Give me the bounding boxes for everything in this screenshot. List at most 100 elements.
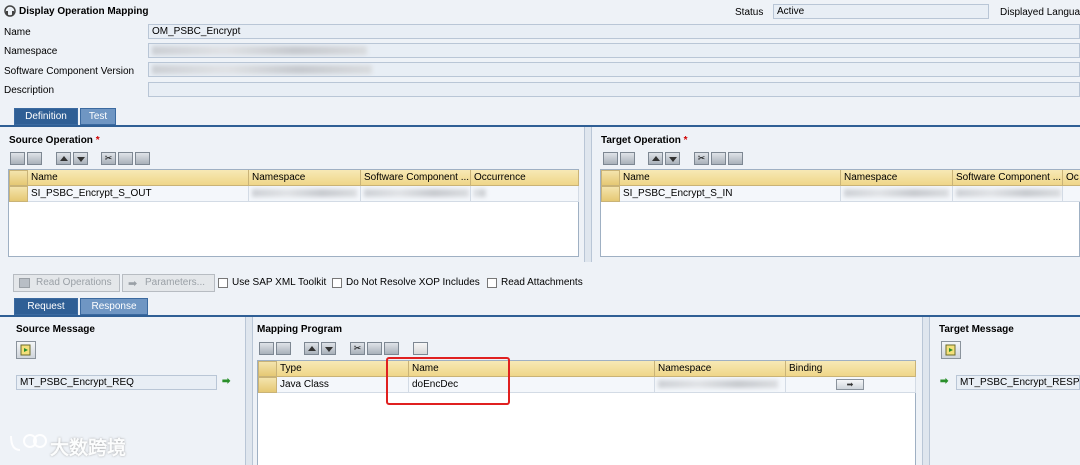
row-selector[interactable] bbox=[9, 186, 28, 202]
redacted bbox=[844, 189, 949, 197]
displayed-language-label: Displayed Langua bbox=[1000, 7, 1080, 18]
status-label: Status bbox=[735, 7, 764, 18]
row-selector[interactable] bbox=[601, 186, 620, 202]
col-software-component[interactable]: Software Component ... bbox=[953, 170, 1063, 186]
table-row-occurrence bbox=[471, 186, 579, 202]
move-down-icon[interactable] bbox=[665, 152, 680, 165]
target-message-arrow-icon: ➡ bbox=[940, 376, 949, 387]
paste-icon[interactable] bbox=[384, 342, 399, 355]
table-header-selector bbox=[258, 361, 277, 377]
delete-row-icon[interactable] bbox=[620, 152, 635, 165]
tab-request[interactable]: Request bbox=[14, 298, 78, 315]
use-sap-xml-toolkit-label: Use SAP XML Toolkit bbox=[232, 277, 327, 288]
watermark-logo-icon bbox=[8, 432, 48, 454]
col-occurrence[interactable]: Occurrence bbox=[471, 170, 579, 186]
document-icon[interactable] bbox=[413, 342, 428, 355]
swcv-redacted bbox=[152, 65, 372, 74]
redacted bbox=[474, 189, 486, 197]
tab-definition[interactable]: Definition bbox=[14, 108, 78, 125]
cut-icon[interactable]: ✂ bbox=[350, 342, 365, 355]
binding-button[interactable]: ➡ bbox=[836, 379, 864, 390]
source-operation-table: Name Namespace Software Component ... Oc… bbox=[8, 169, 579, 257]
copy-icon[interactable] bbox=[711, 152, 726, 165]
software-component-version-field bbox=[148, 62, 1080, 77]
name-field: OM_PSBC_Encrypt bbox=[148, 24, 1080, 39]
table-header-selector bbox=[601, 170, 620, 186]
insert-row-icon[interactable] bbox=[259, 342, 274, 355]
header-app-icon bbox=[4, 5, 16, 17]
table-row-swc bbox=[953, 186, 1063, 202]
splitter-top[interactable] bbox=[584, 127, 592, 262]
table-row-namespace bbox=[655, 377, 786, 393]
redacted bbox=[364, 189, 469, 197]
source-message-arrow-icon: ➡ bbox=[222, 376, 231, 387]
cut-icon[interactable]: ✂ bbox=[694, 152, 709, 165]
copy-icon[interactable] bbox=[367, 342, 382, 355]
paste-icon[interactable] bbox=[728, 152, 743, 165]
insert-row-icon[interactable] bbox=[10, 152, 25, 165]
move-up-icon[interactable] bbox=[304, 342, 319, 355]
read-attachments-checkbox[interactable] bbox=[487, 278, 497, 288]
table-row-namespace bbox=[841, 186, 953, 202]
target-message-open-button[interactable] bbox=[941, 341, 961, 359]
read-operations-button[interactable]: Read Operations bbox=[13, 274, 120, 292]
tab-divider bbox=[0, 125, 1080, 127]
table-row-name[interactable]: SI_PSBC_Encrypt_S_IN bbox=[620, 186, 841, 202]
read-attachments-label: Read Attachments bbox=[501, 277, 583, 288]
row-selector[interactable] bbox=[258, 377, 277, 393]
cut-icon[interactable]: ✂ bbox=[101, 152, 116, 165]
delete-row-icon[interactable] bbox=[27, 152, 42, 165]
tab-test[interactable]: Test bbox=[80, 108, 116, 125]
namespace-field bbox=[148, 43, 1080, 58]
copy-icon[interactable] bbox=[118, 152, 133, 165]
col-namespace[interactable]: Namespace bbox=[841, 170, 953, 186]
splitter-left[interactable] bbox=[245, 317, 253, 465]
source-message-title: Source Message bbox=[16, 324, 95, 335]
source-message-open-button[interactable] bbox=[16, 341, 36, 359]
source-operation-title: Source Operation * bbox=[9, 135, 100, 146]
col-binding[interactable]: Binding bbox=[786, 361, 916, 377]
namespace-label: Namespace bbox=[4, 46, 58, 57]
move-up-icon[interactable] bbox=[56, 152, 71, 165]
arrow-right-icon: ➡ bbox=[128, 278, 138, 290]
parameters-button[interactable]: ➡ Parameters... bbox=[122, 274, 215, 292]
col-namespace[interactable]: Namespace bbox=[655, 361, 786, 377]
move-up-icon[interactable] bbox=[648, 152, 663, 165]
col-software-component[interactable]: Software Component ... bbox=[361, 170, 471, 186]
paste-icon[interactable] bbox=[135, 152, 150, 165]
col-occurrence[interactable]: Oc bbox=[1063, 170, 1080, 186]
target-message-title: Target Message bbox=[939, 324, 1014, 335]
do-not-resolve-xop-label: Do Not Resolve XOP Includes bbox=[346, 277, 480, 288]
table-header-selector bbox=[9, 170, 28, 186]
tab-divider-lower bbox=[0, 315, 1080, 317]
read-operations-icon bbox=[19, 278, 30, 288]
splitter-right[interactable] bbox=[922, 317, 930, 465]
description-label: Description bbox=[4, 85, 55, 96]
do-not-resolve-xop-checkbox[interactable] bbox=[332, 278, 342, 288]
table-row-namespace bbox=[249, 186, 361, 202]
redacted bbox=[956, 189, 1061, 197]
description-field bbox=[148, 82, 1080, 97]
move-down-icon[interactable] bbox=[73, 152, 88, 165]
col-namespace[interactable]: Namespace bbox=[249, 170, 361, 186]
redacted bbox=[658, 380, 778, 388]
target-message-field[interactable]: MT_PSBC_Encrypt_RESP bbox=[956, 375, 1080, 390]
page-title: Display Operation Mapping bbox=[19, 6, 149, 17]
name-label: Name bbox=[4, 27, 31, 38]
status-field: Active bbox=[773, 4, 989, 19]
col-name[interactable]: Name bbox=[28, 170, 249, 186]
highlight-box bbox=[386, 357, 510, 405]
redacted bbox=[252, 189, 357, 197]
delete-row-icon[interactable] bbox=[276, 342, 291, 355]
mapping-program-title: Mapping Program bbox=[257, 324, 343, 335]
col-name[interactable]: Name bbox=[620, 170, 841, 186]
insert-row-icon[interactable] bbox=[603, 152, 618, 165]
source-message-field[interactable]: MT_PSBC_Encrypt_REQ bbox=[16, 375, 217, 390]
move-down-icon[interactable] bbox=[321, 342, 336, 355]
table-row-name[interactable]: SI_PSBC_Encrypt_S_OUT bbox=[28, 186, 249, 202]
tab-response[interactable]: Response bbox=[80, 298, 148, 315]
use-sap-xml-toolkit-checkbox[interactable] bbox=[218, 278, 228, 288]
table-row-swc bbox=[361, 186, 471, 202]
target-operation-title: Target Operation * bbox=[601, 135, 688, 146]
mapping-program-table: Type Name Namespace Binding Java Class d… bbox=[257, 360, 916, 465]
